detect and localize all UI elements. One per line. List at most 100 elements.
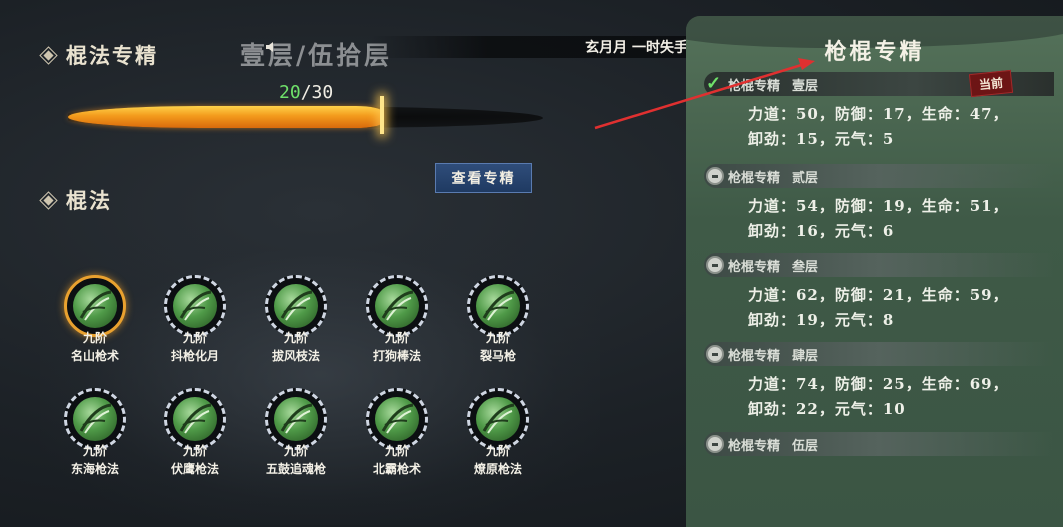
tier-item: 枪棍专精 伍层 — [704, 432, 1054, 456]
tier-item: 枪棍专精 肆层 力道：74，防御：25，生命：69， 卸劲：22，元气：10 — [704, 342, 1054, 422]
skill-name: 五鼓追魂枪 — [265, 462, 326, 476]
tier-name: 枪棍专精 — [728, 438, 781, 454]
skills-section-title: 棍法 — [40, 185, 112, 215]
skill-item[interactable]: 九阶 北霸枪术 — [357, 388, 437, 477]
tier-layer: 叁层 — [792, 259, 819, 275]
tier-stats-line2: 卸劲：22，元气：10 — [748, 400, 906, 418]
progress-fill — [68, 106, 382, 128]
skill-emblem — [375, 397, 419, 441]
tier-stats-line2: 卸劲：15，元气：5 — [748, 130, 895, 148]
ink-brush-background — [40, 225, 600, 525]
skill-emblem — [476, 284, 520, 328]
tier-stats: 力道：74，防御：25，生命：69， 卸劲：22，元气：10 — [704, 366, 1054, 422]
skill-emblem — [173, 284, 217, 328]
lock-icon — [706, 256, 724, 274]
tier-stats-line2: 卸劲：19，元气：8 — [748, 311, 895, 329]
skill-level: 九阶 — [82, 444, 107, 458]
spear-skill-icon[interactable] — [265, 388, 327, 450]
skill-emblem — [173, 397, 217, 441]
skill-emblem — [274, 284, 318, 328]
skill-item[interactable]: 九阶 抖枪化月 — [155, 275, 235, 364]
tier-header: ✓ 枪棍专精 壹层 当前 — [704, 69, 1054, 98]
tier-name: 枪棍专精 — [728, 259, 781, 275]
diamond-icon — [40, 192, 56, 208]
skill-item[interactable]: 九阶 伏鹰枪法 — [155, 388, 235, 477]
skill-name: 裂马枪 — [479, 349, 516, 363]
tier-name: 枪棍专精 — [728, 170, 781, 186]
skills-title: 棍法 — [66, 188, 112, 213]
skill-name: 名山枪术 — [70, 349, 119, 363]
tier-layer: 肆层 — [792, 348, 819, 364]
mastery-title: 棍法专精 — [66, 43, 158, 68]
tier-layer: 贰层 — [792, 170, 819, 186]
tier-stats: 力道：50，防御：17，生命：47， 卸劲：15，元气：5 — [704, 96, 1054, 152]
skill-emblem — [375, 284, 419, 328]
skill-level: 九阶 — [384, 444, 409, 458]
skill-name: 抖枪化月 — [170, 349, 219, 363]
tier-header: 枪棍专精 贰层 — [704, 164, 1054, 188]
current-badge: 当前 — [968, 69, 1014, 98]
spear-skill-icon[interactable] — [366, 388, 428, 450]
progress-marker — [380, 96, 384, 134]
tier-header: 枪棍专精 伍层 — [704, 432, 1054, 456]
tier-layer: 伍层 — [792, 438, 819, 454]
tier-header: 枪棍专精 肆层 — [704, 342, 1054, 366]
tier-name: 枪棍专精 — [728, 78, 781, 94]
skill-item[interactable]: 九阶 五鼓追魂枪 — [256, 388, 336, 477]
tier-stats-line1: 力道：54，防御：19，生命：51， — [748, 197, 1009, 215]
spear-skill-icon[interactable] — [64, 275, 126, 337]
tier-layer: 壹层 — [792, 78, 819, 94]
skill-emblem — [73, 397, 117, 441]
skill-level: 九阶 — [283, 444, 308, 458]
diamond-icon — [40, 47, 56, 63]
skill-item[interactable]: 九阶 东海枪法 — [55, 388, 135, 477]
tier-stats: 力道：54，防御：19，生命：51， 卸劲：16，元气：6 — [704, 188, 1054, 244]
skill-name: 打狗棒法 — [372, 349, 421, 363]
skill-name: 东海枪法 — [70, 462, 119, 476]
skill-item[interactable]: 九阶 拔风枝法 — [256, 275, 336, 364]
progress-current: 20 — [279, 82, 301, 103]
tier-item: 枪棍专精 叁层 力道：62，防御：21，生命：59， 卸劲：19，元气：8 — [704, 253, 1054, 333]
tier-stats-line1: 力道：62，防御：21，生命：59， — [748, 286, 1009, 304]
tier-stats-line1: 力道：74，防御：25，生命：69， — [748, 375, 1009, 393]
tier-stats-line2: 卸劲：16，元气：6 — [748, 222, 895, 240]
marquee-text: 玄月月 一时失手， — [585, 40, 702, 56]
spear-skill-icon[interactable] — [366, 275, 428, 337]
skill-item[interactable]: 九阶 打狗棒法 — [357, 275, 437, 364]
skill-emblem — [73, 284, 117, 328]
lock-icon — [706, 167, 724, 185]
progress-separator: / — [300, 82, 312, 103]
skill-level: 九阶 — [485, 331, 510, 345]
spear-skill-icon[interactable] — [265, 275, 327, 337]
lock-icon — [706, 435, 724, 453]
skill-level: 九阶 — [384, 331, 409, 345]
skill-item[interactable]: 九阶 燎原枪法 — [458, 388, 538, 477]
tier-stats: 力道：62，防御：21，生命：59， 卸劲：19，元气：8 — [704, 277, 1054, 333]
speaker-icon — [266, 42, 273, 52]
tier-name: 枪棍专精 — [728, 348, 781, 364]
skill-level: 九阶 — [82, 331, 107, 345]
skill-name: 伏鹰枪法 — [170, 462, 219, 476]
spear-skill-icon[interactable] — [164, 275, 226, 337]
view-mastery-button[interactable]: 查看专精 — [435, 163, 532, 193]
tier-item: 枪棍专精 贰层 力道：54，防御：19，生命：51， 卸劲：16，元气：6 — [704, 164, 1054, 244]
spear-skill-icon[interactable] — [467, 388, 529, 450]
spear-skill-icon[interactable] — [467, 275, 529, 337]
lock-icon — [706, 345, 724, 363]
skill-emblem — [476, 397, 520, 441]
skill-name: 燎原枪法 — [473, 462, 522, 476]
spear-skill-icon[interactable] — [64, 388, 126, 450]
skill-item[interactable]: 九阶 裂马枪 — [458, 275, 538, 364]
skill-level: 九阶 — [485, 444, 510, 458]
skill-level: 九阶 — [283, 331, 308, 345]
check-icon: ✓ — [706, 73, 722, 94]
skill-item[interactable]: 九阶 名山枪术 — [55, 275, 135, 364]
progress-total: 30 — [311, 82, 334, 103]
mastery-detail-panel: 枪棍专精 ✓ 枪棍专精 壹层 当前 力道：50，防御：17，生命：47， 卸劲：15，… — [686, 16, 1063, 527]
tier-header: 枪棍专精 叁层 — [704, 253, 1054, 277]
skill-name: 拔风枝法 — [271, 349, 320, 363]
panel-title: 枪棍专精 — [824, 39, 925, 65]
skill-level: 九阶 — [182, 444, 207, 458]
progress-counter: 20/30 — [279, 82, 333, 103]
spear-skill-icon[interactable] — [164, 388, 226, 450]
